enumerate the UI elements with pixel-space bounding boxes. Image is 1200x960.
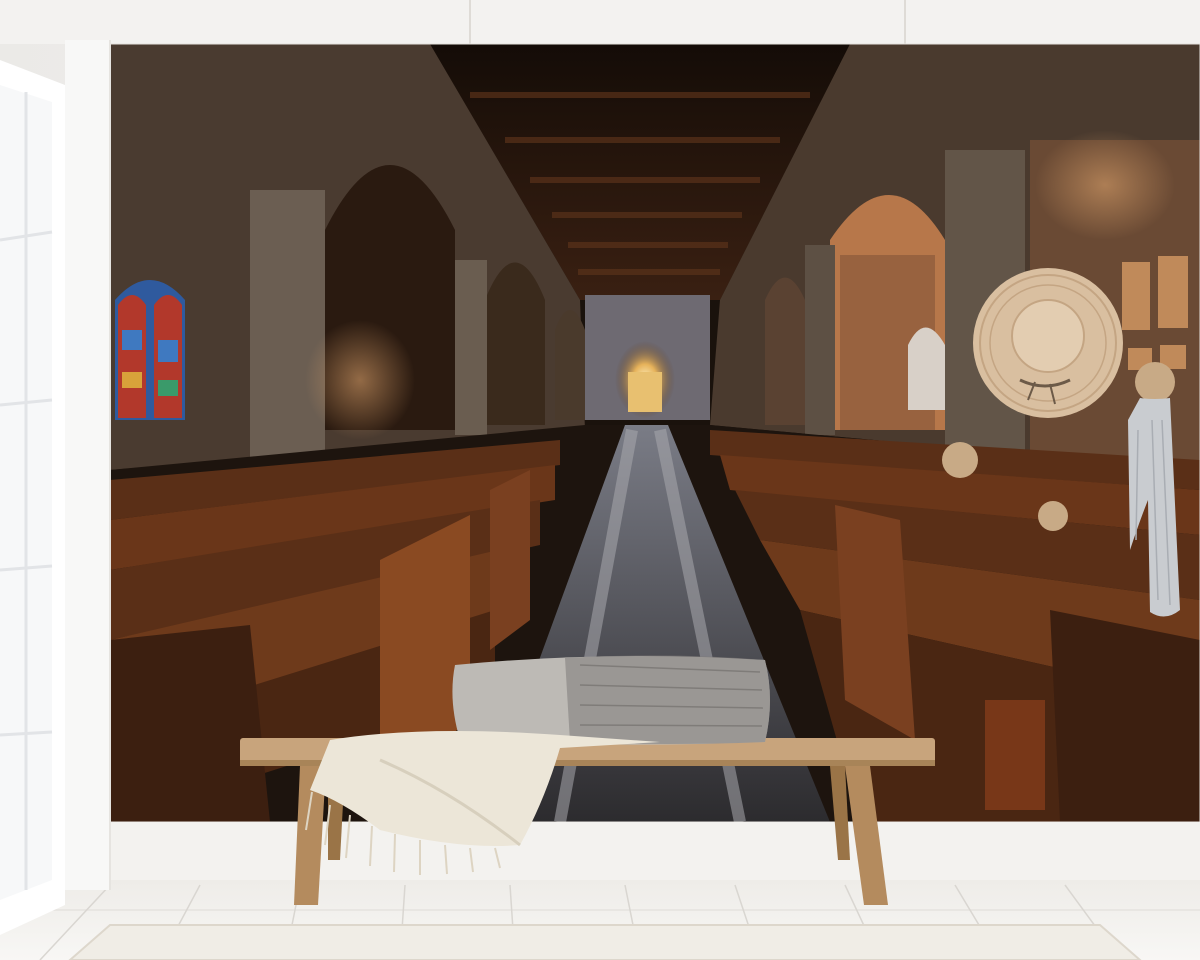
room-scene xyxy=(0,0,1200,960)
wall-peg-icon xyxy=(1135,362,1175,402)
wall-peg-icon xyxy=(1038,501,1068,531)
wall-peg-icon xyxy=(942,442,978,478)
baseboard xyxy=(110,822,1200,880)
hat-icon xyxy=(973,268,1123,418)
window-icon xyxy=(0,40,111,935)
rug-icon xyxy=(68,924,1142,960)
cushion-icon xyxy=(452,655,770,745)
altar xyxy=(628,372,662,412)
left-pillar xyxy=(455,260,487,435)
left-arch-mid xyxy=(485,262,545,425)
left-arch-far xyxy=(555,310,585,420)
left-pillar xyxy=(250,190,325,460)
stained-glass-window-icon xyxy=(115,280,185,420)
right-arch-mid xyxy=(765,277,805,425)
ceiling-edge xyxy=(0,0,1200,44)
right-pillar xyxy=(805,245,835,435)
right-window xyxy=(908,327,945,410)
